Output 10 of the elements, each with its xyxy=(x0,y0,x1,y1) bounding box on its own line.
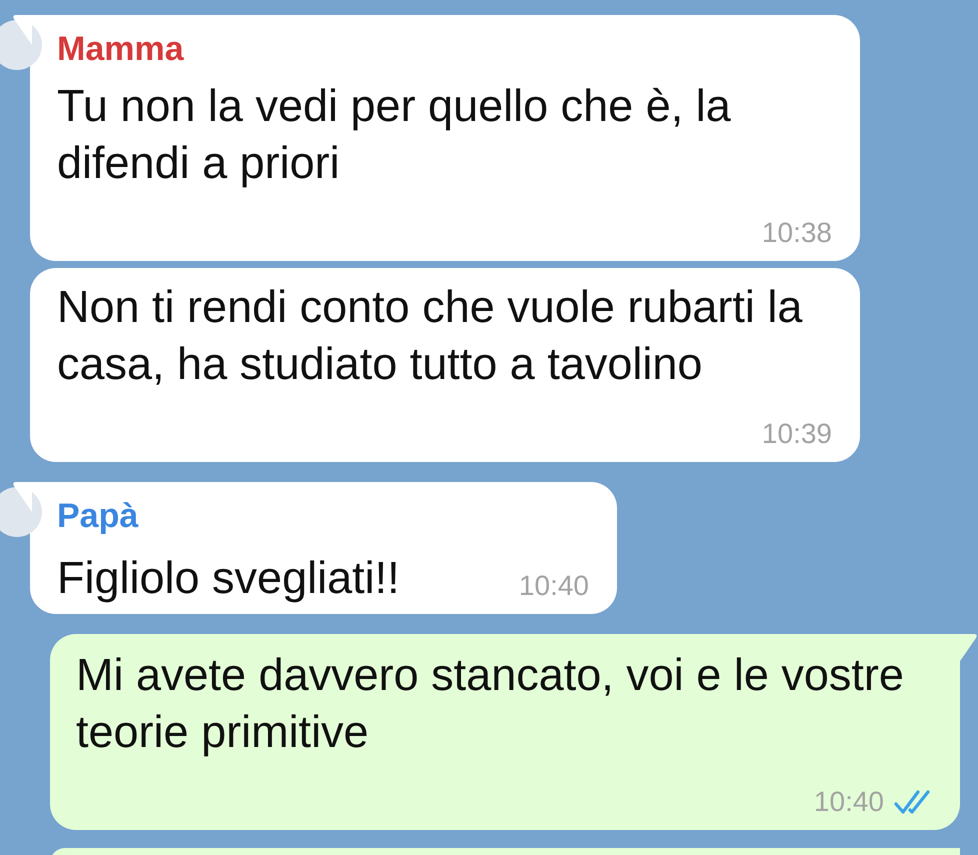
message-text: Mi avete davvero stancato, voi e le vostre teorie primitive xyxy=(76,648,905,759)
message-text: Non ti rendi conto che vuole rubarti la casa, ha studiato tutto a tavolino xyxy=(57,280,804,391)
message-time: 10:39 xyxy=(760,417,832,451)
sender-name: Papà xyxy=(57,496,140,537)
sender-name: Mamma xyxy=(57,29,185,70)
message-time: 10:40 xyxy=(518,569,589,603)
message-time: 10:38 xyxy=(760,216,832,250)
message-text: Figliolo svegliati!! xyxy=(57,551,400,605)
message-time: 10:40 xyxy=(814,785,884,819)
message-text: Tu non la vedi per quello che è, la difendi a priori xyxy=(57,79,732,190)
